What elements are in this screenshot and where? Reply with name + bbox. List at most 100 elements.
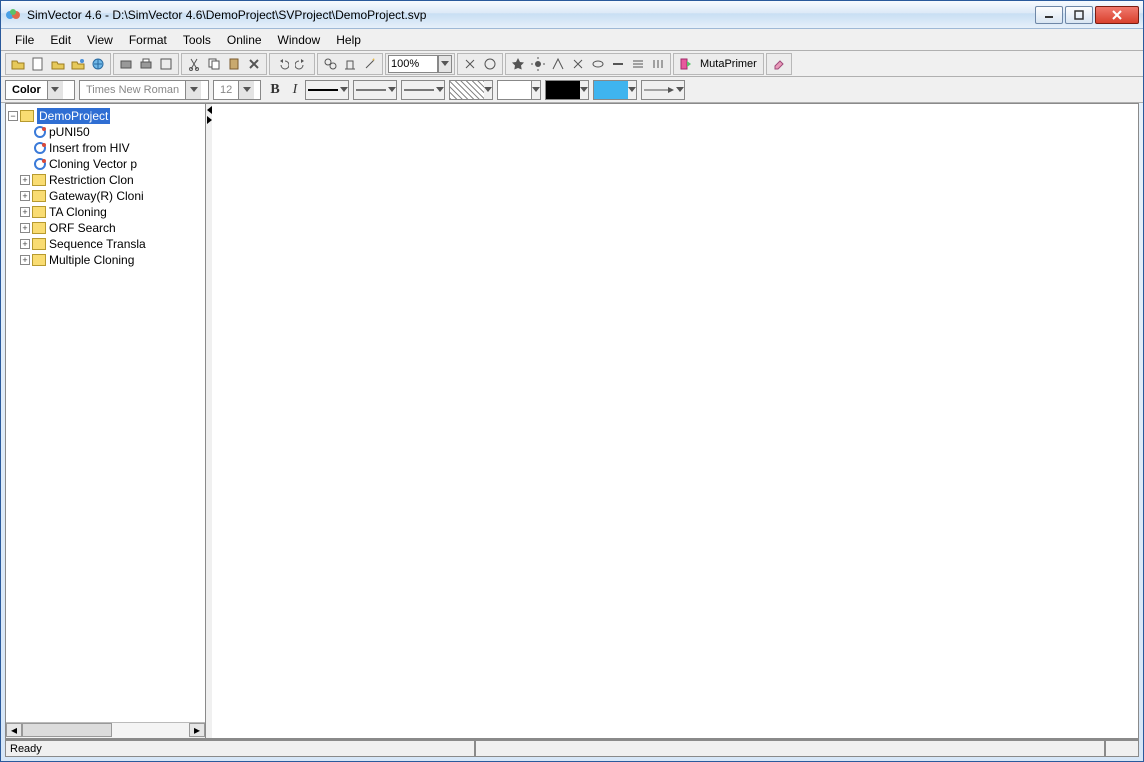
minimize-button[interactable] (1035, 6, 1063, 24)
tree-folder-item[interactable]: + Multiple Cloning (8, 252, 203, 268)
chevron-down-icon[interactable] (238, 81, 254, 99)
zoom-input[interactable] (388, 55, 438, 73)
primer-icon[interactable] (548, 54, 568, 74)
italic-button[interactable]: I (285, 80, 305, 100)
print-icon[interactable] (136, 54, 156, 74)
align-horizontal-icon[interactable] (608, 54, 628, 74)
tree-item-label: Sequence Transla (49, 236, 146, 252)
close-button[interactable] (1095, 6, 1139, 24)
resize-grip[interactable] (1105, 740, 1139, 757)
chevron-down-icon[interactable] (185, 81, 201, 99)
zoom-dropdown[interactable] (438, 55, 452, 73)
menu-file[interactable]: File (7, 31, 42, 49)
chevron-down-icon[interactable] (47, 81, 63, 99)
tree-item-label: Insert from HIV (49, 140, 130, 156)
folder-icon (32, 190, 46, 202)
expand-icon[interactable]: + (20, 207, 30, 217)
stroke-color-combo[interactable] (545, 80, 589, 100)
tree-vector-item[interactable]: pUNI50 (8, 124, 203, 140)
tree-item-label: Restriction Clon (49, 172, 134, 188)
undo-icon[interactable] (272, 54, 292, 74)
tree-folder-item[interactable]: + Restriction Clon (8, 172, 203, 188)
arrow-style-combo[interactable] (641, 80, 685, 100)
tree-vector-item[interactable]: Cloning Vector p (8, 156, 203, 172)
title-bar[interactable]: SimVector 4.6 - D:\SimVector 4.6\DemoPro… (1, 1, 1143, 29)
open-project-icon[interactable] (8, 54, 28, 74)
enzyme-icon[interactable] (460, 54, 480, 74)
bold-button[interactable]: B (265, 80, 285, 100)
mutaprimer-label[interactable]: MutaPrimer (696, 58, 761, 70)
restriction-icon[interactable] (568, 54, 588, 74)
expand-icon[interactable]: + (20, 255, 30, 265)
print-preview-icon[interactable] (116, 54, 136, 74)
expand-icon[interactable]: + (20, 191, 30, 201)
collapse-icon[interactable]: − (8, 111, 18, 121)
tree-folder-item[interactable]: + Gateway(R) Cloni (8, 188, 203, 204)
annotate-icon[interactable] (340, 54, 360, 74)
folder-icon (32, 254, 46, 266)
collapse-left-icon[interactable] (207, 106, 212, 114)
open-file-icon[interactable] (48, 54, 68, 74)
wand-icon[interactable] (360, 54, 380, 74)
scroll-left-icon[interactable]: ◂ (6, 723, 22, 737)
horizontal-scrollbar[interactable]: ◂ ▸ (6, 722, 205, 738)
align-both-icon[interactable] (628, 54, 648, 74)
menu-bar: File Edit View Format Tools Online Windo… (1, 29, 1143, 51)
star-icon[interactable] (508, 54, 528, 74)
scrollbar-thumb[interactable] (22, 723, 112, 737)
color-combo[interactable]: Color (5, 80, 75, 100)
tree-root-label[interactable]: DemoProject (37, 108, 110, 124)
folder-icon (32, 206, 46, 218)
fill-color-combo[interactable] (497, 80, 541, 100)
circular-icon[interactable] (480, 54, 500, 74)
document-canvas[interactable] (212, 104, 1138, 738)
globe-icon[interactable] (88, 54, 108, 74)
redo-icon[interactable] (292, 54, 312, 74)
delete-icon[interactable] (244, 54, 264, 74)
expand-icon[interactable]: + (20, 175, 30, 185)
expand-icon[interactable]: + (20, 223, 30, 233)
font-size-label: 12 (214, 84, 238, 96)
line-style-combo[interactable] (305, 80, 349, 100)
find-icon[interactable] (320, 54, 340, 74)
menu-window[interactable]: Window (270, 31, 329, 49)
font-size-combo[interactable]: 12 (213, 80, 261, 100)
copy-icon[interactable] (204, 54, 224, 74)
menu-format[interactable]: Format (121, 31, 175, 49)
menu-help[interactable]: Help (328, 31, 369, 49)
project-tree[interactable]: − DemoProject pUNI50 Insert from HIV Clo… (6, 104, 205, 272)
save-icon[interactable] (68, 54, 88, 74)
tree-vector-item[interactable]: Insert from HIV (8, 140, 203, 156)
tree-folder-item[interactable]: + Sequence Transla (8, 236, 203, 252)
vector-icon (34, 158, 46, 170)
orf-icon[interactable] (588, 54, 608, 74)
export-icon[interactable] (156, 54, 176, 74)
spacing-icon[interactable] (648, 54, 668, 74)
new-file-icon[interactable] (28, 54, 48, 74)
font-name-combo[interactable]: Times New Roman (79, 80, 209, 100)
line-weight-combo[interactable] (353, 80, 397, 100)
tree-folder-item[interactable]: + ORF Search (8, 220, 203, 236)
sun-icon[interactable] (528, 54, 548, 74)
highlight-color-combo[interactable] (593, 80, 637, 100)
scrollbar-track[interactable] (22, 723, 189, 738)
folder-icon (20, 110, 34, 122)
eraser-icon[interactable] (769, 54, 789, 74)
collapse-right-icon[interactable] (207, 116, 212, 124)
format-toolbar: Color Times New Roman 12 B I (1, 77, 1143, 103)
scroll-right-icon[interactable]: ▸ (189, 723, 205, 737)
tree-item-label: TA Cloning (49, 204, 107, 220)
maximize-button[interactable] (1065, 6, 1093, 24)
tree-root[interactable]: − DemoProject (8, 108, 203, 124)
menu-tools[interactable]: Tools (175, 31, 219, 49)
cut-icon[interactable] (184, 54, 204, 74)
menu-edit[interactable]: Edit (42, 31, 79, 49)
expand-icon[interactable]: + (20, 239, 30, 249)
dash-style-combo[interactable] (401, 80, 445, 100)
menu-view[interactable]: View (79, 31, 121, 49)
menu-online[interactable]: Online (219, 31, 270, 49)
mutaprimer-icon[interactable] (676, 54, 696, 74)
tree-folder-item[interactable]: + TA Cloning (8, 204, 203, 220)
paste-icon[interactable] (224, 54, 244, 74)
hatch-pattern-combo[interactable] (449, 80, 493, 100)
